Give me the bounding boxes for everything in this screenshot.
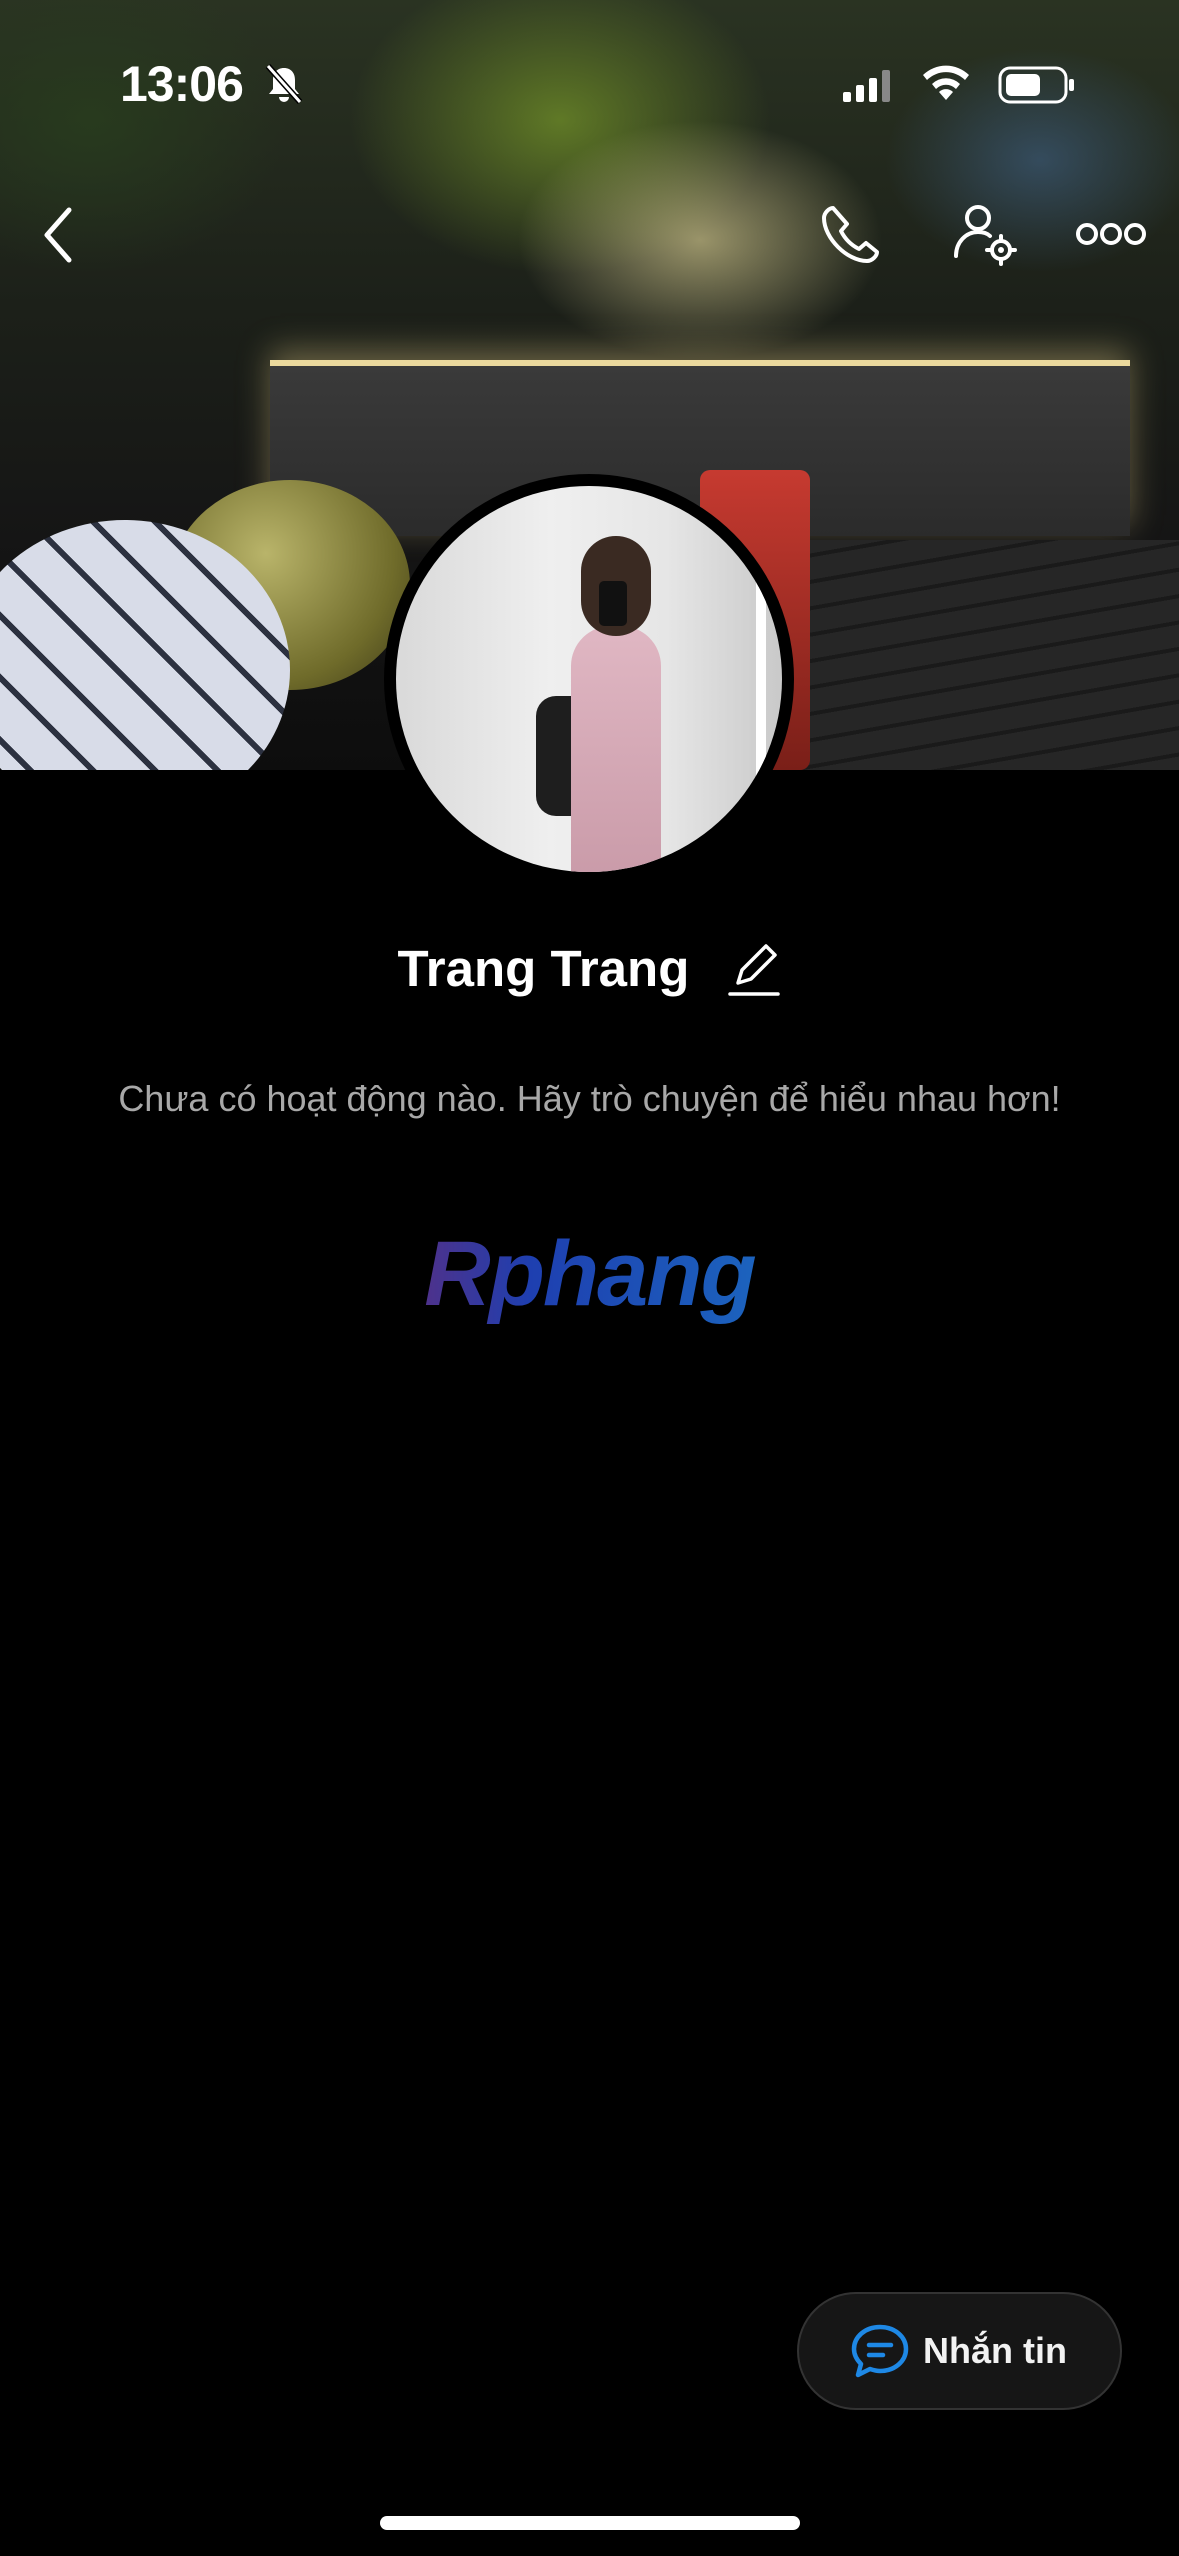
bell-slash-icon (265, 64, 303, 104)
profile-name-row: Trang Trang (0, 935, 1179, 999)
status-time: 13:06 (120, 56, 244, 112)
user-settings-icon[interactable] (950, 200, 1020, 270)
chat-bubble-icon (851, 2324, 909, 2378)
brand-logo: Rphang (0, 1222, 1179, 1327)
profile-name: Trang Trang (397, 940, 690, 998)
phone-icon[interactable] (815, 200, 885, 270)
cover-table (760, 540, 1179, 770)
wifi-icon (923, 65, 969, 100)
message-button-label: Nhắn tin (923, 2330, 1067, 2371)
activity-empty-text: Chưa có hoạt động nào. Hãy trò chuyện để… (118, 1078, 1061, 1119)
battery-icon (998, 66, 1074, 104)
cellular-signal-icon (843, 70, 890, 102)
avatar-photo (396, 486, 782, 872)
more-dots-icon[interactable] (1075, 218, 1147, 250)
status-bar: 13:06 (0, 0, 1179, 150)
chevron-left-icon[interactable] (35, 200, 85, 270)
avatar-mirror-arch (696, 506, 766, 872)
pencil-icon[interactable] (726, 939, 782, 999)
avatar-person-body (571, 626, 661, 872)
avatar[interactable] (384, 474, 794, 884)
home-indicator[interactable] (380, 2516, 800, 2530)
avatar-phone (599, 581, 627, 626)
message-button[interactable]: Nhắn tin (797, 2292, 1122, 2410)
